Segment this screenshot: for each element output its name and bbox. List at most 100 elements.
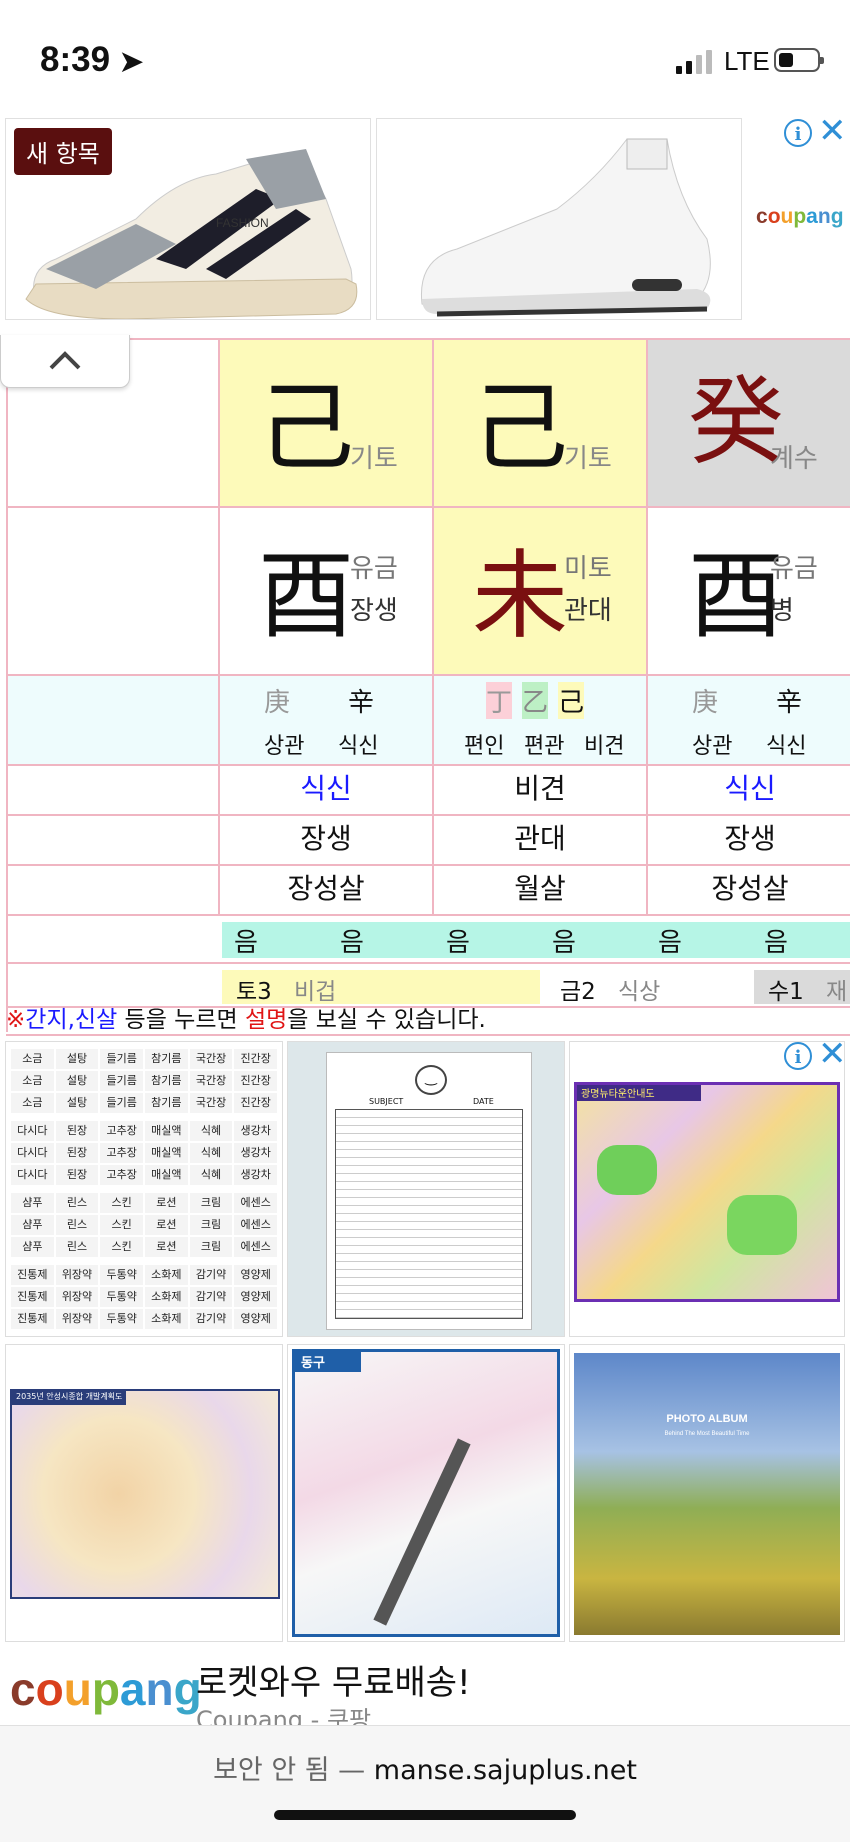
stem-cell-1[interactable]: 己 기토 (220, 340, 434, 508)
coupang-logo-large[interactable]: coupang (10, 1662, 202, 1716)
twelve-state-2[interactable]: 관대 (434, 816, 648, 866)
twelve-state-1[interactable]: 장생 (220, 816, 434, 866)
spice-label: 식혜 (189, 1143, 233, 1163)
spice-label: 된장 (55, 1143, 99, 1163)
ad-close-icon-2[interactable]: ✕ (818, 1037, 847, 1071)
spice-label: 고추장 (100, 1165, 144, 1185)
ad-close-icon[interactable]: ✕ (818, 114, 847, 148)
spice-label: 다시다 (11, 1121, 54, 1141)
domain: manse.sajuplus.net (373, 1755, 637, 1786)
hidden-stems-2: 丁 乙 己 편인 편관 비견 (434, 676, 648, 766)
ten-god-1[interactable]: 식신 (220, 766, 434, 816)
spirit-3[interactable]: 장성살 (648, 866, 850, 916)
branch-cell-1[interactable]: 酉 유금 장생 (220, 508, 434, 676)
ad-spice-labels[interactable]: 소금 설탕 들기름 참기름 국간장 진간장 소금 설탕 들기름 참기름 국간장 진간장 소금 설탕 들기름 참… (5, 1041, 283, 1337)
spice-row: 샴푸 린스 스킨 로션 크림 에센스 (10, 1214, 278, 1236)
stem-char: 己 (258, 372, 354, 484)
spice-label: 들기름 (100, 1071, 144, 1091)
spice-label: 영양제 (234, 1265, 278, 1285)
branch-char: 未 (472, 540, 568, 652)
branch-label-2: 병 (770, 596, 794, 626)
network-type: LTE (724, 46, 770, 76)
branch-label-1: 유금 (350, 554, 398, 584)
spice-label: 소화제 (145, 1309, 188, 1329)
spice-label: 샴푸 (11, 1193, 54, 1213)
spice-label: 샴푸 (11, 1215, 54, 1235)
ad-info-icon-2[interactable]: i (784, 1042, 812, 1070)
spice-label: 참기름 (145, 1049, 188, 1069)
ten-god-2[interactable]: 비견 (434, 766, 648, 816)
spice-label: 샴푸 (11, 1237, 54, 1257)
ad-map-anseong[interactable]: 2035년 안성시종합 개발계획도 (5, 1344, 283, 1642)
spice-label: 린스 (55, 1193, 99, 1213)
spice-row: 소금 설탕 들기름 참기름 국간장 진간장 (10, 1070, 278, 1092)
notice-ganji: 간지,신살 (25, 1007, 118, 1033)
spice-label: 감기약 (189, 1309, 233, 1329)
chevron-up-icon (49, 351, 81, 370)
home-indicator (274, 1810, 576, 1820)
spice-label: 생강차 (234, 1121, 278, 1141)
shoe-brand-text: FASHION (216, 216, 269, 230)
spice-label: 린스 (55, 1215, 99, 1235)
ad-map-donggu[interactable]: 동구 (287, 1344, 565, 1642)
stem-cell-2[interactable]: 己 기토 (434, 340, 648, 508)
signal-icon (676, 50, 716, 74)
spice-label: 진간장 (234, 1049, 278, 1069)
spice-label: 들기름 (100, 1093, 144, 1113)
spice-row: 다시다 된장 고추장 매실액 식혜 생강차 (10, 1164, 278, 1186)
address-text[interactable]: 보안 안 됨 — manse.sajuplus.net (0, 1748, 850, 1787)
spice-label: 소화제 (145, 1265, 188, 1285)
spice-label: 소금 (11, 1049, 54, 1069)
spice-label: 크림 (189, 1237, 233, 1257)
spice-label: 위장약 (55, 1309, 99, 1329)
spice-label: 생강차 (234, 1143, 278, 1163)
spice-label: 영양제 (234, 1287, 278, 1307)
element-earth[interactable]: 토3 비겁 (222, 970, 540, 1005)
spice-label: 스킨 (100, 1215, 144, 1235)
ad-product-shoe-2[interactable] (376, 118, 742, 320)
stem-label: 계수 (770, 444, 818, 474)
spice-label: 매실액 (145, 1121, 188, 1141)
spice-row: 샴푸 린스 스킨 로션 크림 에센스 (10, 1236, 278, 1258)
spice-label: 스킨 (100, 1193, 144, 1213)
spice-label: 고추장 (100, 1121, 144, 1141)
ad-photo-album[interactable]: PHOTO ALBUM Behind The Most Beautiful Ti… (569, 1344, 845, 1642)
branch-label-1: 미토 (564, 554, 612, 584)
spice-label: 감기약 (189, 1265, 233, 1285)
branch-cell-2[interactable]: 未 미토 관대 (434, 508, 648, 676)
spice-label: 크림 (189, 1193, 233, 1213)
spice-label: 식혜 (189, 1165, 233, 1185)
spice-label: 된장 (55, 1121, 99, 1141)
saju-chart: 己 기토 己 기토 癸 계수 酉 유금 장생 未 미토 관대 酉 유금 병 庚 … (6, 338, 850, 1032)
stem-cell-3[interactable]: 癸 계수 (648, 340, 850, 508)
spice-label: 참기름 (145, 1071, 188, 1091)
ad-map-gwangmyeong[interactable]: 광명뉴타운안내도 (569, 1041, 845, 1337)
hidden-stems-3: 庚 辛 상관 식신 (648, 676, 850, 766)
branch-label-1: 유금 (770, 554, 818, 584)
twelve-state-3[interactable]: 장생 (648, 816, 850, 866)
ten-god-3[interactable]: 식신 (648, 766, 850, 816)
spice-label: 두통약 (100, 1287, 144, 1307)
status-time: 8:39 ➤ (40, 40, 144, 79)
element-water[interactable]: 수1 재 (754, 970, 850, 1005)
spice-label: 들기름 (100, 1049, 144, 1069)
element-metal[interactable]: 금2 식상 (540, 970, 752, 1005)
spice-label: 위장약 (55, 1287, 99, 1307)
collapse-ad-tab[interactable] (0, 335, 130, 388)
spice-label: 로션 (145, 1215, 188, 1235)
ad-title[interactable]: 로켓와우 무료배송! (196, 1655, 471, 1704)
spice-label: 두통약 (100, 1309, 144, 1329)
spirit-1[interactable]: 장성살 (220, 866, 434, 916)
battery-icon (774, 48, 824, 72)
spice-label-grid: 소금 설탕 들기름 참기름 국간장 진간장 소금 설탕 들기름 참기름 국간장 진간장 소금 설탕 들기름 참… (10, 1048, 278, 1330)
spice-label: 국간장 (189, 1093, 233, 1113)
ad-info-icon[interactable]: i (784, 119, 812, 147)
spice-label: 스킨 (100, 1237, 144, 1257)
spirit-2[interactable]: 월살 (434, 866, 648, 916)
branch-cell-3[interactable]: 酉 유금 병 (648, 508, 850, 676)
coupang-logo: coupang (756, 205, 844, 228)
spice-label: 다시다 (11, 1165, 54, 1185)
spice-row: 소금 설탕 들기름 참기름 국간장 진간장 (10, 1092, 278, 1114)
new-item-badge: 새 항목 (14, 128, 112, 175)
ad-notebook[interactable]: ‿ SUBJECT DATE (287, 1041, 565, 1337)
